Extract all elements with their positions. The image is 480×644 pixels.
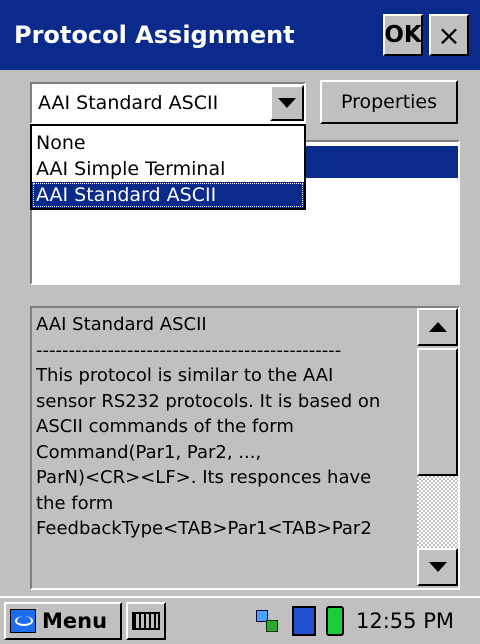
scroll-thumb[interactable] <box>417 348 458 476</box>
chevron-down-icon <box>278 98 296 108</box>
windows-logo-icon <box>10 609 36 633</box>
description-line: ParN)<CR><LF>. Its responces have <box>36 467 372 488</box>
dropdown-option-none[interactable]: None <box>32 130 304 156</box>
scroll-track[interactable] <box>417 476 458 548</box>
input-panel-button[interactable] <box>126 602 166 640</box>
window-title: Protocol Assignment <box>14 21 295 49</box>
arrow-up-icon <box>428 322 447 332</box>
ok-button[interactable]: OK <box>383 14 423 56</box>
protocol-description: AAI Standard ASCII ---------------------… <box>30 306 460 590</box>
dropdown-toggle-button[interactable] <box>270 85 304 121</box>
title-bar: Protocol Assignment OK × <box>0 0 480 70</box>
properties-button[interactable]: Properties <box>320 80 458 124</box>
system-tray: 12:55 PM <box>240 602 476 640</box>
description-line: Command(Par1, Par2, ..., <box>36 441 262 463</box>
close-button[interactable]: × <box>429 14 469 56</box>
vertical-scrollbar[interactable] <box>417 308 458 588</box>
protocol-dropdown-list: None AAI Simple Terminal AAI Standard AS… <box>30 124 306 210</box>
arrow-down-icon <box>428 562 447 572</box>
battery-icon[interactable] <box>326 606 344 636</box>
storage-card-icon[interactable] <box>292 606 316 636</box>
description-line: ASCII commands of the form <box>36 416 294 437</box>
menu-label: Menu <box>42 609 108 633</box>
description-line: ----------------------------------------… <box>36 339 342 361</box>
start-menu-button[interactable]: Menu <box>4 602 122 640</box>
description-text: AAI Standard ASCII ---------------------… <box>36 312 412 582</box>
protocol-select-value: AAI Standard ASCII <box>38 92 219 114</box>
network-icon[interactable] <box>254 608 278 634</box>
protocol-select[interactable]: AAI Standard ASCII <box>30 82 306 124</box>
description-line: the form <box>36 492 114 514</box>
clock[interactable]: 12:55 PM <box>356 609 454 633</box>
scroll-up-button[interactable] <box>417 308 458 346</box>
description-line: FeedbackType<TAB>Par1<TAB>Par2 <box>36 518 372 539</box>
dropdown-option-simple-terminal[interactable]: AAI Simple Terminal <box>32 156 304 182</box>
keyboard-icon <box>132 612 160 630</box>
scroll-down-button[interactable] <box>417 548 458 586</box>
description-line: AAI Standard ASCII <box>36 314 207 335</box>
description-line: This protocol is similar to the AAI <box>36 365 334 386</box>
dropdown-option-standard-ascii[interactable]: AAI Standard ASCII <box>32 182 304 208</box>
taskbar: Menu 12:55 PM <box>0 596 480 644</box>
description-line: sensor RS232 protocols. It is based on <box>36 390 381 412</box>
